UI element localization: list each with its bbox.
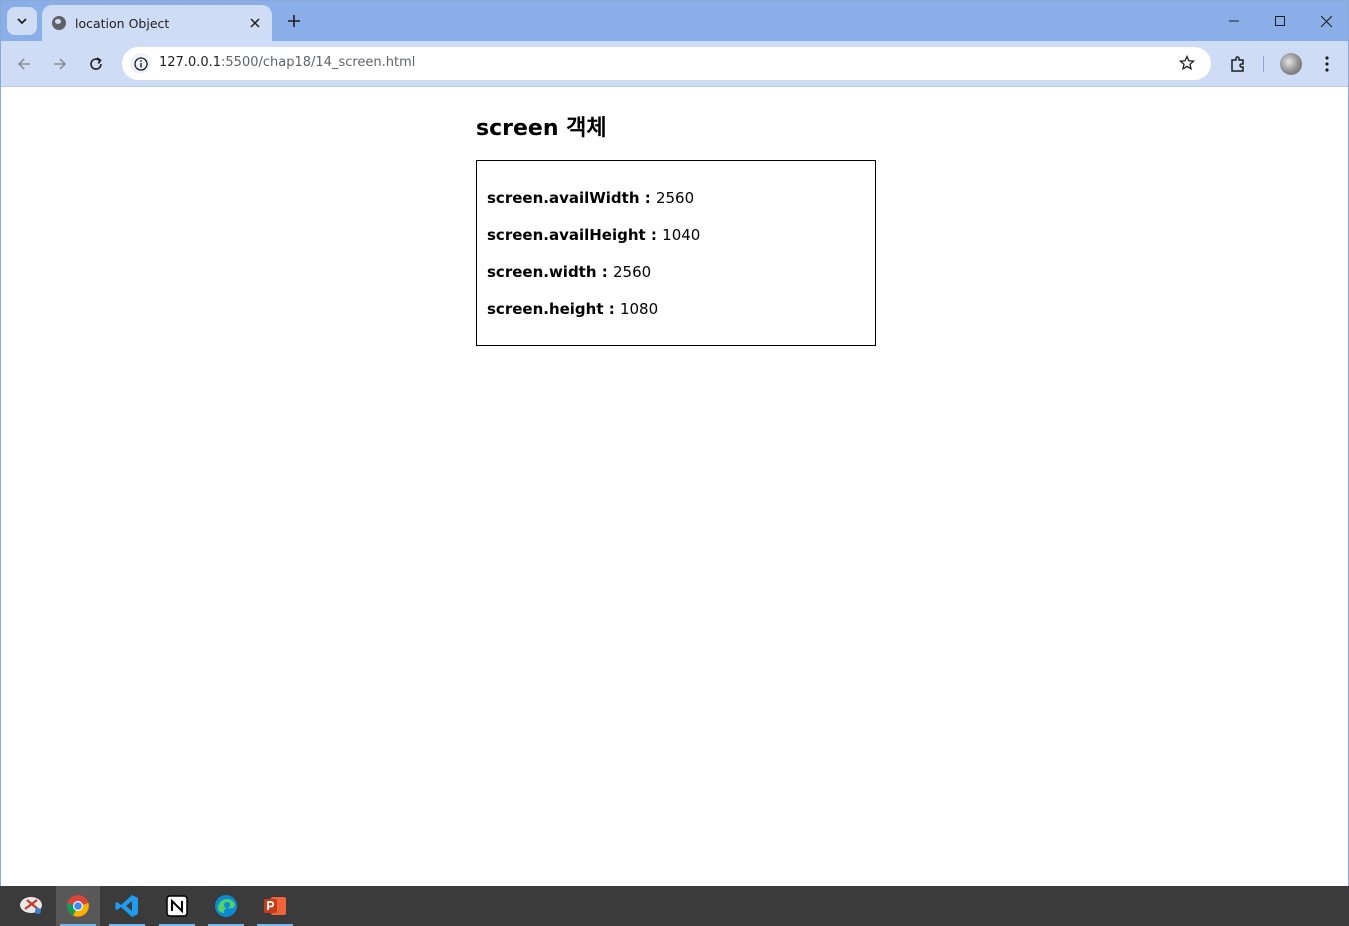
url-path: :5500/chap18/14_screen.html bbox=[221, 55, 416, 70]
maximize-button[interactable] bbox=[1257, 1, 1303, 41]
tab-search-button[interactable] bbox=[7, 7, 37, 35]
taskbar-chrome[interactable] bbox=[56, 886, 100, 926]
profile-avatar[interactable] bbox=[1280, 53, 1302, 75]
page-title: screen 객체 bbox=[476, 116, 607, 141]
vscode-icon bbox=[115, 895, 138, 917]
edge-icon bbox=[215, 895, 237, 917]
browser-toolbar: 127.0.0.1:5500/chap18/14_screen.html bbox=[1, 41, 1348, 87]
close-icon bbox=[250, 18, 260, 28]
screen-info-box: screen.availWidth : 2560 screen.availHei… bbox=[476, 160, 876, 346]
reload-icon bbox=[90, 57, 102, 70]
arrow-left-icon bbox=[17, 58, 30, 70]
plus-icon bbox=[288, 15, 300, 27]
close-icon bbox=[1320, 15, 1332, 27]
row-value: 1040 bbox=[662, 226, 701, 244]
browser-window: location Object 127.0.0.1:5500/chap18/14… bbox=[0, 0, 1349, 886]
more-vert-icon bbox=[1325, 56, 1329, 72]
screen-info-row: screen.height : 1080 bbox=[487, 300, 865, 337]
tab-close-button[interactable] bbox=[246, 14, 264, 32]
page-content: screen 객체 screen.availWidth : 2560 scree… bbox=[1, 88, 1348, 886]
bookmark-star-icon[interactable] bbox=[1177, 53, 1197, 73]
taskbar-snipping-tool[interactable] bbox=[10, 886, 54, 926]
reload-button[interactable] bbox=[82, 50, 110, 78]
taskbar-notion[interactable] bbox=[155, 886, 199, 926]
taskbar-edge[interactable] bbox=[204, 886, 248, 926]
taskbar-vscode[interactable] bbox=[105, 886, 149, 926]
row-value: 2560 bbox=[612, 263, 652, 281]
tab-active[interactable]: location Object bbox=[42, 5, 272, 41]
taskbar-powerpoint[interactable] bbox=[253, 886, 297, 926]
puzzle-icon bbox=[1231, 56, 1244, 72]
row-key: screen.height : bbox=[487, 300, 620, 318]
chevron-down-icon bbox=[17, 18, 27, 25]
menu-button[interactable] bbox=[1313, 50, 1341, 78]
notion-icon bbox=[166, 895, 188, 917]
snipping-tool-icon bbox=[20, 897, 42, 914]
tab-title: location Object bbox=[75, 15, 170, 31]
forward-button[interactable] bbox=[46, 50, 74, 78]
tab-strip: location Object bbox=[1, 1, 1348, 41]
row-key: screen.availHeight : bbox=[487, 226, 663, 244]
toolbar-separator bbox=[1263, 56, 1264, 72]
row-value: 2560 bbox=[655, 189, 695, 207]
url-text[interactable]: 127.0.0.1:5500/chap18/14_screen.html bbox=[159, 55, 415, 70]
screen-info-row: screen.width : 2560 bbox=[487, 263, 865, 300]
maximize-icon bbox=[1275, 16, 1285, 26]
new-tab-button[interactable] bbox=[283, 10, 305, 32]
address-bar[interactable]: 127.0.0.1:5500/chap18/14_screen.html bbox=[122, 47, 1211, 80]
screen-info-row: screen.availWidth : 2560 bbox=[487, 189, 865, 226]
site-info-icon[interactable] bbox=[130, 53, 151, 74]
taskbar bbox=[0, 886, 1349, 926]
minimize-icon bbox=[1229, 20, 1239, 22]
window-close-button[interactable] bbox=[1303, 1, 1349, 41]
minimize-button[interactable] bbox=[1211, 1, 1257, 41]
arrow-right-icon bbox=[54, 58, 67, 70]
row-key: screen.width : bbox=[487, 263, 613, 281]
row-value: 1080 bbox=[619, 300, 659, 318]
powerpoint-icon bbox=[264, 897, 286, 915]
url-host: 127.0.0.1 bbox=[159, 55, 222, 70]
back-button[interactable] bbox=[10, 50, 38, 78]
globe-icon bbox=[52, 16, 66, 30]
screen-info-row: screen.availHeight : 1040 bbox=[487, 226, 865, 263]
extensions-button[interactable] bbox=[1224, 50, 1252, 78]
row-key: screen.availWidth : bbox=[487, 189, 656, 207]
chrome-icon bbox=[67, 895, 89, 917]
